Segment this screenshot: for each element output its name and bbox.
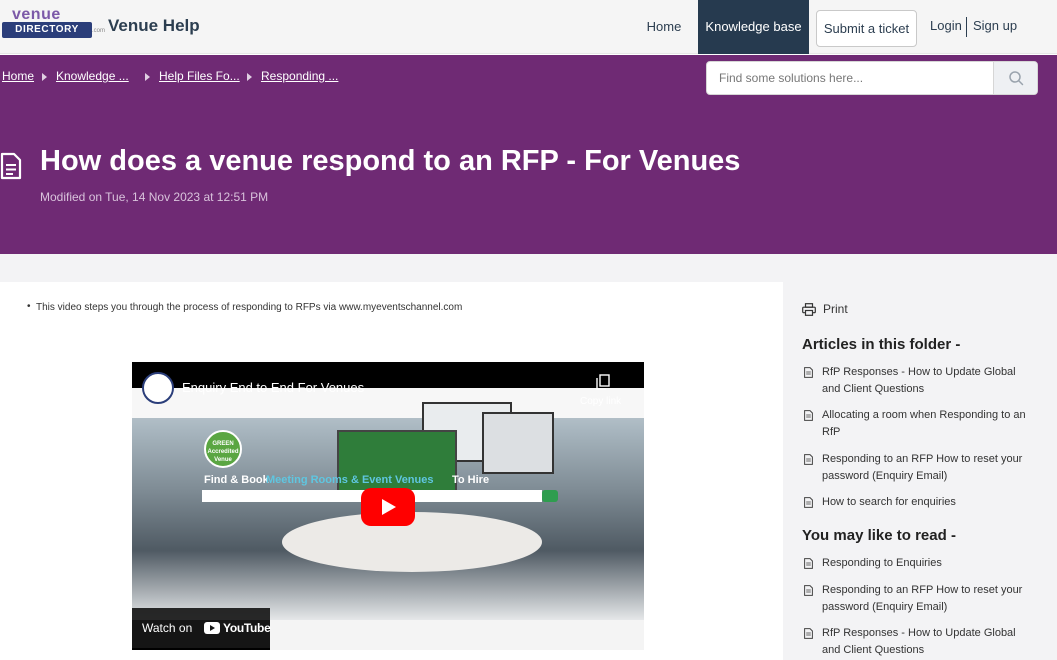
nav-knowledge-base-tab[interactable]: Knowledge base bbox=[698, 0, 809, 54]
site-title[interactable]: Venue Help bbox=[108, 16, 200, 36]
folder-article-title: RfP Responses - How to Update Global and… bbox=[822, 366, 1016, 395]
copy-link-label[interactable]: Copy link bbox=[580, 396, 621, 407]
article-hero: Home Knowledge ... Help Files Fo... Resp… bbox=[0, 55, 1057, 254]
article-icon bbox=[804, 628, 813, 639]
modified-date: Modified on Tue, 14 Nov 2023 at 12:51 PM bbox=[40, 190, 269, 204]
folder-article-title: Allocating a room when Responding to an … bbox=[822, 409, 1026, 438]
article-icon bbox=[804, 410, 813, 421]
related-article-link[interactable]: RfP Responses - How to Update Global and… bbox=[802, 625, 1037, 659]
folder-article-link[interactable]: RfP Responses - How to Update Global and… bbox=[802, 364, 1037, 398]
search-input[interactable] bbox=[707, 62, 993, 94]
page-title: How does a venue respond to an RFP - For… bbox=[40, 145, 741, 177]
print-label: Print bbox=[823, 302, 848, 316]
article-icon bbox=[804, 497, 813, 508]
video-title[interactable]: Enquiry End to End For Venues bbox=[182, 380, 364, 395]
breadcrumb-home[interactable]: Home bbox=[2, 69, 34, 83]
folder-articles-heading: Articles in this folder - bbox=[802, 336, 961, 353]
logo-suffix-text: .com bbox=[92, 28, 106, 34]
video-overlay-find-book: Find & Book bbox=[204, 474, 269, 486]
related-article-link[interactable]: Responding to Enquiries bbox=[802, 555, 1037, 572]
breadcrumb-separator-icon bbox=[145, 73, 150, 81]
search-box bbox=[706, 61, 1038, 95]
related-article-link[interactable]: Responding to an RFP How to reset your p… bbox=[802, 582, 1037, 616]
venue-directory-logo[interactable]: venue DIRECTORY .com bbox=[2, 6, 106, 46]
search-icon bbox=[1009, 71, 1024, 86]
login-link[interactable]: Login bbox=[930, 18, 962, 33]
video-overlay-to-hire: To Hire bbox=[452, 474, 490, 486]
article-sidebar: Print Articles in this folder - RfP Resp… bbox=[784, 282, 1047, 660]
related-article-title: Responding to Enquiries bbox=[822, 557, 942, 569]
nav-divider bbox=[966, 17, 967, 37]
channel-avatar[interactable] bbox=[142, 372, 174, 404]
breadcrumb-separator-icon bbox=[42, 73, 47, 81]
signup-link[interactable]: Sign up bbox=[973, 18, 1017, 33]
copy-icon[interactable] bbox=[596, 374, 610, 390]
video-thumbnail-footer bbox=[270, 620, 644, 650]
folder-article-link[interactable]: How to search for enquiries bbox=[802, 494, 1037, 511]
youtube-icon bbox=[204, 622, 220, 634]
folder-article-link[interactable]: Allocating a room when Responding to an … bbox=[802, 407, 1037, 441]
watch-on-label: Watch on bbox=[142, 621, 193, 635]
document-icon bbox=[0, 152, 22, 180]
video-thumbnail-go-button bbox=[542, 490, 558, 502]
printer-icon bbox=[802, 303, 816, 316]
video-overlay-highlight: Meeting Rooms & Event Venues bbox=[266, 474, 434, 486]
article-icon bbox=[804, 454, 813, 465]
related-article-title: RfP Responses - How to Update Global and… bbox=[822, 627, 1016, 656]
video-thumbnail-projector-screen bbox=[482, 412, 554, 474]
breadcrumb-help-files[interactable]: Help Files Fo... bbox=[159, 69, 240, 83]
article-icon bbox=[804, 558, 813, 569]
top-header: venue DIRECTORY .com Venue Help Home Kno… bbox=[0, 0, 1057, 54]
article-icon bbox=[804, 367, 813, 378]
article-body: This video steps you through the process… bbox=[0, 282, 783, 660]
breadcrumb-responding[interactable]: Responding ... bbox=[261, 69, 338, 83]
youtube-embed[interactable]: GREEN Accredited Venue Find & Book Meeti… bbox=[132, 362, 644, 650]
submit-ticket-button[interactable]: Submit a ticket bbox=[816, 10, 917, 47]
folder-article-title: How to search for enquiries bbox=[822, 496, 956, 508]
article-icon bbox=[804, 585, 813, 596]
nav-home-link[interactable]: Home bbox=[640, 0, 688, 54]
folder-article-title: Responding to an RFP How to reset your p… bbox=[822, 453, 1023, 482]
related-article-title: Responding to an RFP How to reset your p… bbox=[822, 584, 1023, 613]
play-icon[interactable] bbox=[361, 488, 415, 526]
article-bullet-text: This video steps you through the process… bbox=[27, 301, 462, 313]
search-button[interactable] bbox=[993, 62, 1037, 94]
watch-on-youtube-button[interactable]: Watch on YouTube bbox=[132, 608, 271, 648]
folder-article-link[interactable]: Responding to an RFP How to reset your p… bbox=[802, 451, 1037, 485]
logo-directory-text: DIRECTORY bbox=[2, 22, 92, 38]
breadcrumb-separator-icon bbox=[247, 73, 252, 81]
related-articles-heading: You may like to read - bbox=[802, 527, 956, 544]
breadcrumb-knowledge[interactable]: Knowledge ... bbox=[56, 69, 129, 83]
green-accredited-badge: GREEN Accredited Venue bbox=[204, 430, 242, 468]
youtube-wordmark: YouTube bbox=[223, 621, 271, 635]
